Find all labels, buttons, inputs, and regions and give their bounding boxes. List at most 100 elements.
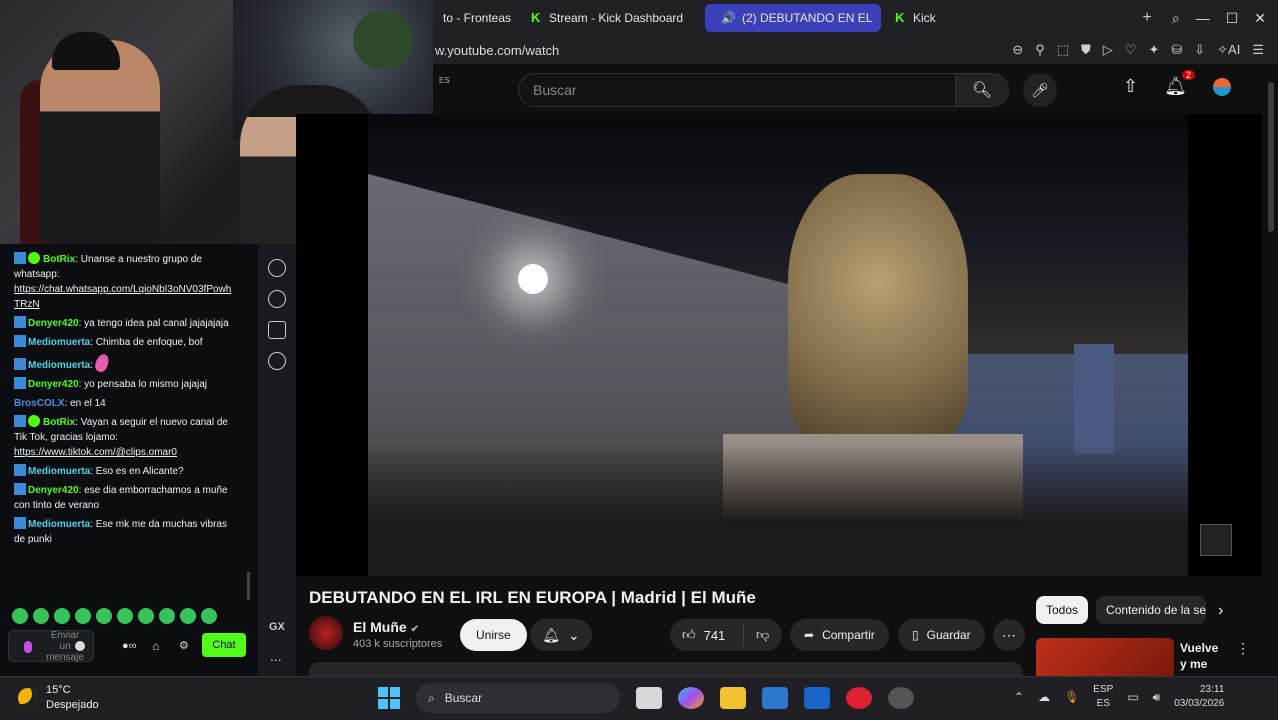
- channel-name[interactable]: El Muñe ✔: [353, 619, 419, 635]
- users-icon[interactable]: ●∞: [122, 640, 137, 652]
- account-avatar[interactable]: [1212, 77, 1231, 96]
- chat-link[interactable]: https://www.tiktok.com/@clips.omar0: [14, 447, 177, 458]
- copilot-icon[interactable]: [678, 687, 704, 709]
- emote[interactable]: [180, 608, 196, 624]
- chat-username[interactable]: BrosCOLX: [14, 398, 65, 409]
- description-box[interactable]: [309, 662, 1023, 676]
- kick-badge-icon: [14, 316, 26, 328]
- chat-send-button[interactable]: Chat: [202, 633, 246, 657]
- url-field[interactable]: w.youtube.com/watch: [433, 43, 559, 58]
- channel-avatar[interactable]: [309, 616, 343, 650]
- emote[interactable]: [117, 608, 133, 624]
- chat-link[interactable]: https://chat.whatsapp.com/LqioNbI3oNV03f…: [14, 284, 231, 310]
- chat-username[interactable]: Mediomuerta: [28, 337, 90, 348]
- emoji-icon[interactable]: [75, 641, 85, 651]
- close-button[interactable]: ✕: [1254, 10, 1266, 27]
- weather-widget[interactable]: 15°C Despejado: [18, 683, 99, 713]
- minimize-button[interactable]: —: [1196, 10, 1210, 27]
- player-icon[interactable]: [268, 259, 286, 277]
- wallet-icon[interactable]: ⛁: [1171, 42, 1182, 58]
- tab-youtube-video[interactable]: 🔊 (2) DEBUTANDO EN EL: [705, 4, 881, 32]
- chat-scrollbar[interactable]: [247, 572, 250, 600]
- chevron-up-icon[interactable]: ⌃: [1014, 690, 1024, 704]
- emote[interactable]: [12, 608, 28, 624]
- history-icon[interactable]: [268, 290, 286, 308]
- taskbar-search[interactable]: ⌕ Buscar: [416, 683, 620, 713]
- obs-icon[interactable]: [888, 687, 914, 709]
- video-player[interactable]: [296, 114, 1262, 576]
- snapshot-icon[interactable]: ⬚: [1057, 42, 1069, 58]
- new-tab-button[interactable]: +: [1143, 9, 1152, 27]
- emote[interactable]: [96, 608, 112, 624]
- clock[interactable]: 23:11 03/03/2026: [1174, 683, 1224, 711]
- notifications-button[interactable]: 🔔︎ 2: [1164, 70, 1195, 97]
- chevron-right-icon[interactable]: ›: [1218, 602, 1223, 620]
- recommended-menu-icon[interactable]: ⋮: [1236, 640, 1250, 657]
- tab-kick-dashboard[interactable]: K Stream - Kick Dashboard: [521, 4, 695, 32]
- chip-todos[interactable]: Todos: [1036, 596, 1089, 624]
- menu-icon[interactable]: ☰: [1252, 42, 1264, 58]
- shield-icon[interactable]: ⛊: [1081, 42, 1091, 58]
- emote[interactable]: [33, 608, 49, 624]
- emote[interactable]: [159, 608, 175, 624]
- chat-username[interactable]: BotRix: [43, 417, 75, 428]
- task-view-icon[interactable]: [636, 687, 662, 709]
- zoom-icon[interactable]: ⊖: [1012, 42, 1023, 58]
- voice-search-button[interactable]: 🎤︎: [1023, 73, 1057, 107]
- tab-kick[interactable]: K Kick: [885, 4, 946, 32]
- chat-username[interactable]: Denyer420: [28, 318, 79, 329]
- dislike-button[interactable]: 👎︎: [744, 627, 769, 643]
- share-button[interactable]: ➦ Compartir: [790, 619, 889, 651]
- search-button[interactable]: 🔍︎: [955, 73, 1009, 107]
- page-scrollbar[interactable]: [1264, 64, 1278, 676]
- microphone-icon[interactable]: [24, 641, 32, 653]
- outlook-icon[interactable]: [804, 687, 830, 709]
- scrollbar-thumb[interactable]: [1268, 82, 1274, 232]
- emote[interactable]: [138, 608, 154, 624]
- chat-username[interactable]: Denyer420: [28, 485, 79, 496]
- extensions-icon[interactable]: ✦: [1148, 42, 1159, 58]
- store-icon[interactable]: ⌂: [152, 639, 159, 653]
- opera-gx-icon[interactable]: [846, 687, 872, 709]
- chat-username[interactable]: Mediomuerta: [28, 360, 90, 371]
- like-button[interactable]: 👍︎ 741: [670, 624, 744, 646]
- maximize-button[interactable]: ☐: [1226, 10, 1239, 27]
- tab-fronteas[interactable]: to - Fronteas: [433, 4, 519, 32]
- gx-label[interactable]: GX: [269, 621, 285, 633]
- pin-icon[interactable]: ⚲: [1035, 42, 1045, 58]
- heart-icon[interactable]: ♡: [1125, 42, 1137, 58]
- join-button[interactable]: Unirse: [460, 619, 527, 651]
- windows-start-icon[interactable]: [378, 687, 400, 709]
- chat-username[interactable]: BotRix: [43, 254, 75, 265]
- search-tabs-icon[interactable]: ⌕: [1172, 10, 1180, 27]
- ai-icon[interactable]: ✧AI: [1217, 42, 1240, 58]
- volume-icon[interactable]: 🔊︎: [1153, 690, 1161, 705]
- chat-input[interactable]: Enviar un mensaje: [8, 630, 94, 663]
- more-actions-button[interactable]: ⋯: [993, 619, 1025, 651]
- chat-username[interactable]: Denyer420: [28, 379, 79, 390]
- settings-icon[interactable]: [268, 352, 286, 370]
- upload-icon[interactable]: ⇧: [1123, 76, 1138, 97]
- chat-username[interactable]: Mediomuerta: [28, 466, 90, 477]
- emote[interactable]: [75, 608, 91, 624]
- cloud-icon[interactable]: ☁: [1038, 690, 1050, 704]
- search-input[interactable]: Buscar: [518, 73, 956, 107]
- video-overlay-icon[interactable]: [1200, 524, 1232, 556]
- sidebar-more-icon[interactable]: ...: [270, 648, 282, 664]
- chat-username[interactable]: Mediomuerta: [28, 519, 90, 530]
- chip-channel-content[interactable]: Contenido de la se: [1096, 596, 1207, 624]
- save-button[interactable]: ▯ Guardar: [898, 619, 985, 651]
- subscription-bell-button[interactable]: 🔔︎ ⌄: [530, 619, 592, 651]
- extensions-icon[interactable]: [268, 321, 286, 339]
- recommended-thumbnail[interactable]: [1036, 638, 1174, 676]
- store-icon[interactable]: [762, 687, 788, 709]
- emote[interactable]: [201, 608, 217, 624]
- file-explorer-icon[interactable]: [720, 687, 746, 709]
- download-icon[interactable]: ⇩: [1194, 42, 1205, 58]
- microphone-icon[interactable]: 🎙︎: [1064, 690, 1079, 704]
- emote[interactable]: [54, 608, 70, 624]
- language-indicator[interactable]: ESP ES: [1093, 683, 1113, 711]
- gear-icon[interactable]: ⚙: [179, 639, 189, 652]
- play-icon[interactable]: ▷: [1103, 42, 1113, 58]
- network-icon[interactable]: ▭: [1127, 690, 1138, 704]
